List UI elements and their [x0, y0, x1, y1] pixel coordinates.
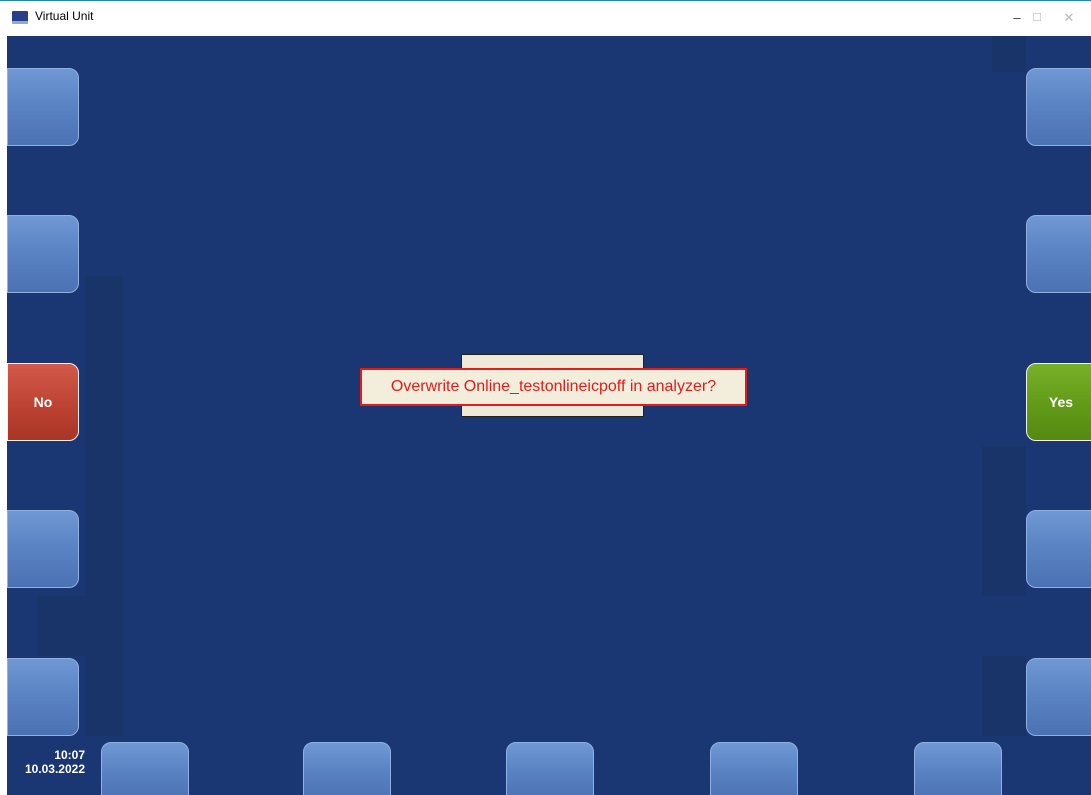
background-shade: [992, 36, 1026, 72]
clock-time: 10:07: [54, 748, 85, 762]
softkey-left-4[interactable]: [7, 510, 79, 588]
softkey-left-2[interactable]: [7, 215, 79, 293]
yes-button[interactable]: Yes: [1026, 363, 1091, 441]
close-button[interactable]: ✕: [1052, 5, 1086, 31]
softkey-left-1[interactable]: [7, 68, 79, 146]
maximize-button[interactable]: ☐: [1020, 5, 1054, 31]
softkey-bottom-4[interactable]: [710, 742, 798, 795]
window-title: Virtual Unit: [35, 9, 94, 23]
softkey-right-2[interactable]: [1026, 215, 1091, 293]
background-shade: [85, 276, 123, 736]
softkey-bottom-3[interactable]: [506, 742, 594, 795]
background-shade: [37, 596, 87, 656]
softkey-right-5[interactable]: [1026, 658, 1091, 736]
softkey-bottom-2[interactable]: [303, 742, 391, 795]
background-shade: [982, 446, 1026, 596]
analyzer-screen: No Yes Overwrite Online_testonlineicpoff…: [7, 36, 1091, 795]
app-icon: [12, 11, 28, 24]
softkey-right-4[interactable]: [1026, 510, 1091, 588]
softkey-bottom-1[interactable]: [101, 742, 189, 795]
clock: 10:07 10.03.2022: [7, 748, 85, 776]
no-button-label: No: [33, 394, 53, 410]
background-shade: [982, 656, 1026, 736]
dialog-message: Overwrite Online_testonlineicpoff in ana…: [360, 368, 747, 406]
softkey-right-1[interactable]: [1026, 68, 1091, 146]
clock-date: 10.03.2022: [24, 762, 85, 776]
softkey-bottom-5[interactable]: [914, 742, 1002, 795]
yes-button-label: Yes: [1048, 394, 1074, 410]
window-title-bar[interactable]: Virtual Unit – ☐ ✕: [0, 0, 1091, 36]
no-button[interactable]: No: [7, 363, 79, 441]
softkey-left-5[interactable]: [7, 658, 79, 736]
